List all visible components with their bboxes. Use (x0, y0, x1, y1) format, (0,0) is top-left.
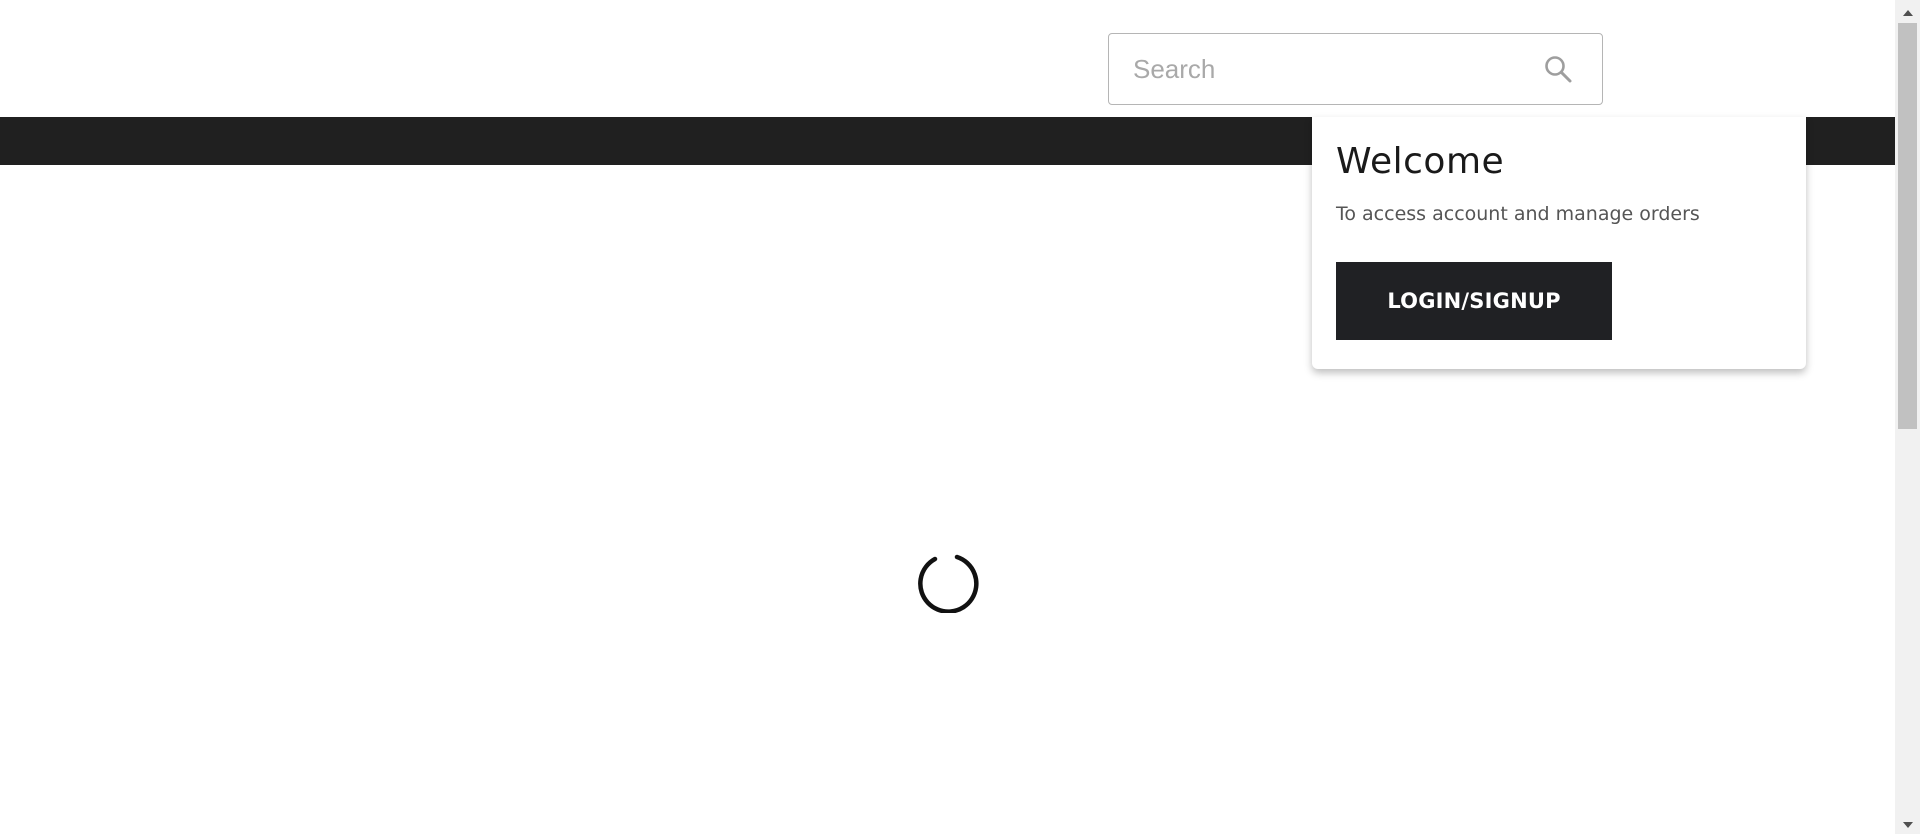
scroll-up-button[interactable] (1895, 0, 1920, 22)
account-dropdown: Welcome To access account and manage ord… (1312, 117, 1806, 369)
welcome-subtitle: To access account and manage orders (1336, 203, 1700, 225)
header (0, 0, 1895, 117)
search-input[interactable] (1109, 34, 1538, 104)
loading-spinner (917, 551, 979, 614)
vertical-scrollbar[interactable] (1895, 0, 1920, 834)
chevron-up-icon (1902, 2, 1914, 21)
chevron-down-icon (1902, 814, 1914, 833)
login-signup-button[interactable]: LOGIN/SIGNUP (1336, 262, 1612, 340)
welcome-title: Welcome (1336, 141, 1505, 182)
page: Welcome To access account and manage ord… (0, 0, 1920, 834)
scroll-down-button[interactable] (1895, 812, 1920, 834)
search-icon[interactable] (1538, 49, 1578, 89)
scrollbar-thumb[interactable] (1898, 23, 1917, 429)
search-box[interactable] (1108, 33, 1603, 105)
